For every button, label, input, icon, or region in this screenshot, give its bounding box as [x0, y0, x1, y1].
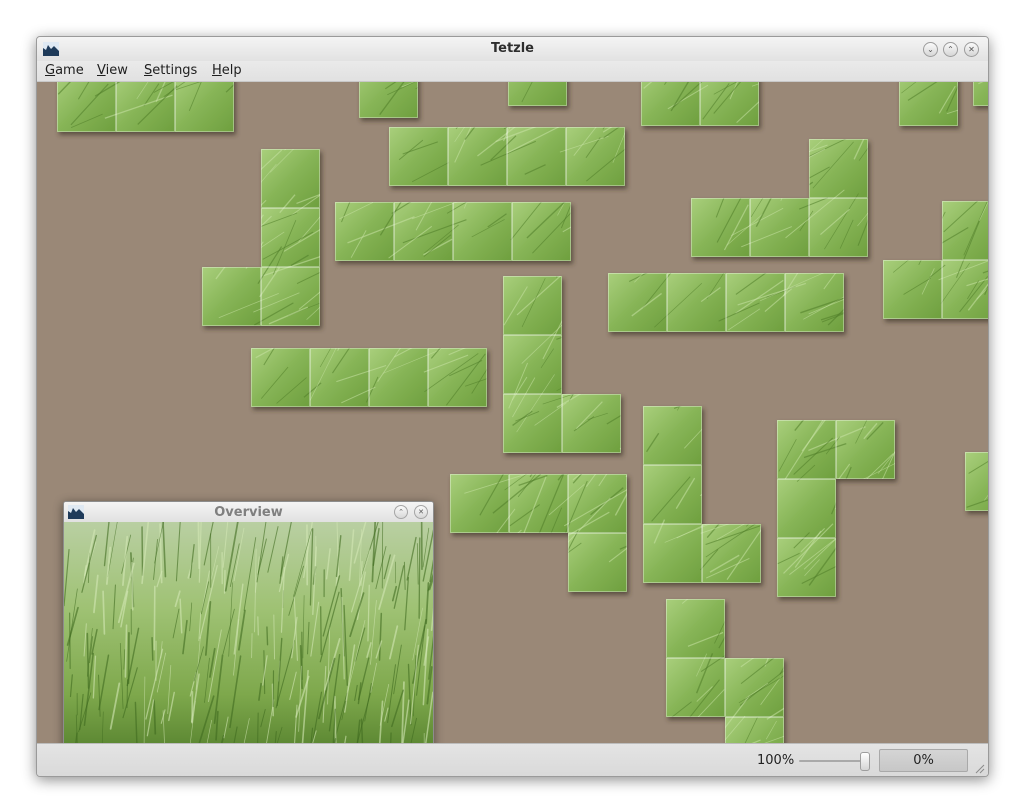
overview-close-button[interactable]: ✕	[414, 505, 428, 519]
zoom-slider[interactable]	[799, 760, 867, 762]
puzzle-piece-graphic	[777, 420, 895, 597]
puzzle-piece-graphic	[883, 201, 988, 319]
puzzle-piece-graphic	[57, 82, 234, 132]
menu-game[interactable]: Game	[45, 63, 84, 78]
overview-maximize-button[interactable]: ⌃	[394, 505, 408, 519]
menu-settings[interactable]: Settings	[144, 63, 197, 78]
zoom-label: 100%	[757, 753, 795, 768]
puzzle-piece[interactable]	[973, 82, 988, 106]
menu-bar: Game View Settings Help	[37, 61, 988, 82]
puzzle-piece-graphic	[643, 406, 761, 583]
close-button[interactable]: ✕	[964, 42, 979, 57]
overview-title: Overview	[214, 505, 283, 520]
overview-image	[64, 522, 433, 743]
puzzle-piece-graphic	[202, 149, 320, 326]
puzzle-piece[interactable]	[899, 82, 958, 126]
puzzle-piece-graphic	[508, 82, 567, 106]
resize-grip-icon[interactable]	[974, 763, 985, 774]
menu-view[interactable]: View	[97, 63, 128, 78]
puzzle-piece[interactable]	[503, 276, 621, 453]
zoom-slider-handle[interactable]	[860, 752, 870, 771]
puzzle-piece-graphic	[251, 348, 487, 407]
puzzle-piece-graphic	[359, 82, 418, 118]
puzzle-piece[interactable]	[450, 474, 627, 592]
chevron-up-icon: ⌃	[398, 508, 404, 516]
puzzle-piece-graphic	[450, 474, 627, 592]
puzzle-piece-graphic	[691, 139, 868, 257]
progress-bar: 0%	[879, 749, 968, 772]
status-bar: 100% 0%	[37, 743, 988, 776]
puzzle-piece[interactable]	[608, 273, 844, 332]
puzzle-piece-graphic	[965, 452, 988, 511]
puzzle-piece[interactable]	[965, 452, 988, 511]
puzzle-piece-graphic	[899, 82, 958, 126]
puzzle-piece[interactable]	[359, 82, 418, 118]
puzzle-piece[interactable]	[643, 406, 761, 583]
puzzle-piece-graphic	[608, 273, 844, 332]
overview-dock: Overview ⌃ ✕	[63, 501, 434, 743]
chevron-down-icon: ⌄	[927, 45, 934, 54]
puzzle-piece-graphic	[641, 82, 759, 126]
puzzle-piece-graphic	[503, 276, 621, 453]
puzzle-piece[interactable]	[508, 82, 567, 106]
puzzle-piece-graphic	[335, 202, 571, 261]
puzzle-piece[interactable]	[202, 149, 320, 326]
puzzle-board[interactable]: Overview ⌃ ✕	[37, 82, 988, 743]
puzzle-piece[interactable]	[335, 202, 571, 261]
puzzle-piece[interactable]	[666, 599, 784, 743]
menu-help[interactable]: Help	[212, 63, 242, 78]
main-window: Tetzle ⌄ ⌃ ✕ Game View Settings Help Ove…	[36, 36, 989, 777]
title-bar[interactable]: Tetzle ⌄ ⌃ ✕	[37, 37, 988, 61]
puzzle-piece-graphic	[973, 82, 988, 106]
puzzle-piece-graphic	[389, 127, 625, 186]
puzzle-piece[interactable]	[883, 201, 988, 319]
chevron-up-icon: ⌃	[947, 45, 954, 54]
overview-title-bar[interactable]: Overview ⌃ ✕	[64, 502, 433, 522]
puzzle-piece-graphic	[666, 599, 784, 743]
window-title: Tetzle	[490, 41, 534, 56]
puzzle-piece[interactable]	[57, 82, 234, 132]
maximize-button[interactable]: ⌃	[943, 42, 958, 57]
help-button[interactable]: ⌄	[923, 42, 938, 57]
puzzle-piece[interactable]	[251, 348, 487, 407]
puzzle-piece[interactable]	[641, 82, 759, 126]
close-icon: ✕	[418, 508, 424, 516]
puzzle-piece[interactable]	[389, 127, 625, 186]
puzzle-piece[interactable]	[691, 139, 868, 257]
puzzle-piece[interactable]	[777, 420, 895, 597]
close-icon: ✕	[968, 45, 975, 54]
